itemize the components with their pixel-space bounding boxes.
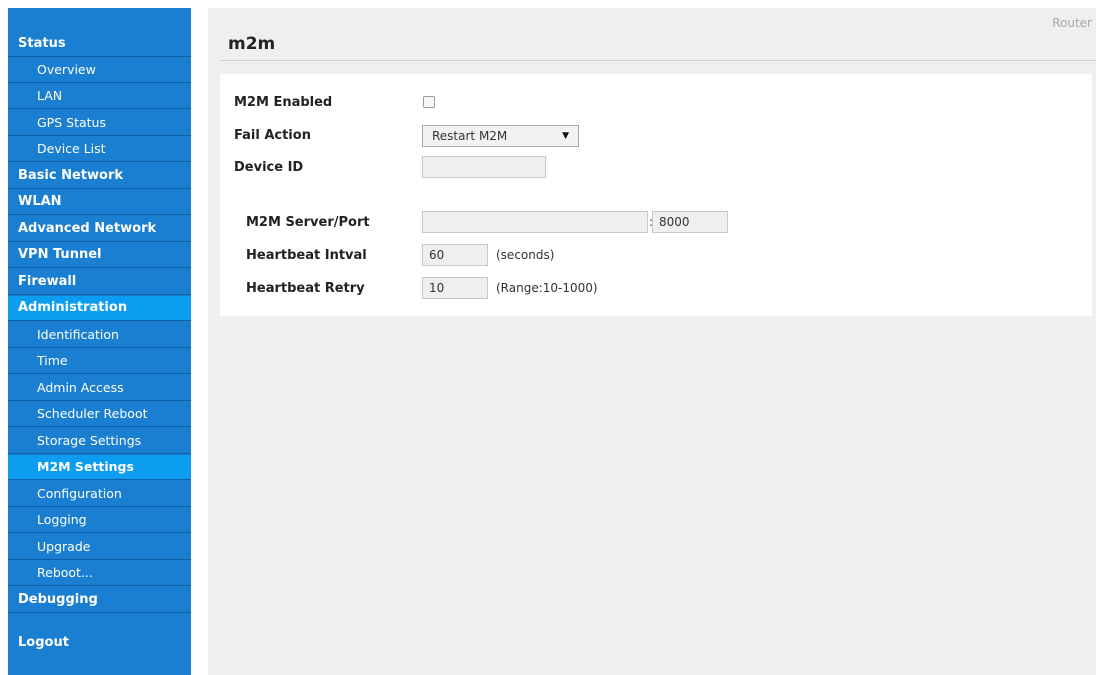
dropdown-arrow-icon: ▼ bbox=[562, 131, 569, 141]
sidebar-item-administration[interactable]: Administration bbox=[8, 296, 191, 321]
brand-label: Router bbox=[1052, 16, 1092, 30]
device-id-input[interactable] bbox=[422, 156, 546, 178]
heartbeat-interval-label: Heartbeat Intval bbox=[246, 248, 367, 263]
title-divider bbox=[220, 60, 1096, 61]
sidebar-item-status[interactable]: Status bbox=[8, 32, 191, 57]
sidebar-item-device-list[interactable]: Device List bbox=[8, 137, 191, 162]
heartbeat-interval-hint: (seconds) bbox=[496, 248, 555, 262]
device-id-label: Device ID bbox=[234, 160, 304, 175]
server-address-input[interactable] bbox=[422, 211, 648, 233]
heartbeat-retry-hint: (Range:10-1000) bbox=[496, 281, 598, 295]
sidebar-item-wlan[interactable]: WLAN bbox=[8, 190, 191, 215]
sidebar-item-advanced-network[interactable]: Advanced Network bbox=[8, 217, 191, 242]
sidebar-nav: Status Overview LAN GPS Status Device Li… bbox=[8, 8, 191, 675]
sidebar-item-logout[interactable]: Logout bbox=[8, 631, 191, 656]
page-title: m2m bbox=[228, 34, 276, 54]
fail-action-value: Restart M2M bbox=[432, 129, 508, 143]
sidebar-item-overview[interactable]: Overview bbox=[8, 58, 191, 83]
sidebar-item-scheduler-reboot[interactable]: Scheduler Reboot bbox=[8, 402, 191, 427]
heartbeat-interval-input[interactable] bbox=[422, 244, 488, 266]
sidebar-item-firewall[interactable]: Firewall bbox=[8, 270, 191, 295]
fail-action-label: Fail Action bbox=[234, 128, 311, 143]
sidebar-item-m2m-settings[interactable]: M2M Settings bbox=[8, 455, 191, 480]
server-port-input[interactable] bbox=[652, 211, 728, 233]
sidebar-item-admin-access[interactable]: Admin Access bbox=[8, 376, 191, 401]
m2m-enabled-label: M2M Enabled bbox=[234, 95, 333, 110]
sidebar-item-basic-network[interactable]: Basic Network bbox=[8, 164, 191, 189]
sidebar-item-reboot[interactable]: Reboot... bbox=[8, 561, 191, 586]
fail-action-select[interactable]: Restart M2M ▼ bbox=[422, 125, 579, 147]
sidebar-item-upgrade[interactable]: Upgrade bbox=[8, 535, 191, 560]
main-content: Router m2m M2M Enabled Fail Action Resta… bbox=[208, 8, 1096, 675]
sidebar-item-lan[interactable]: LAN bbox=[8, 84, 191, 109]
sidebar-item-identification[interactable]: Identification bbox=[8, 323, 191, 348]
sidebar-item-debugging[interactable]: Debugging bbox=[8, 588, 191, 613]
sidebar-item-vpn-tunnel[interactable]: VPN Tunnel bbox=[8, 243, 191, 268]
server-port-label: M2M Server/Port bbox=[246, 215, 370, 230]
heartbeat-retry-input[interactable] bbox=[422, 277, 488, 299]
sidebar-item-configuration[interactable]: Configuration bbox=[8, 482, 191, 507]
heartbeat-retry-label: Heartbeat Retry bbox=[246, 281, 365, 296]
m2m-enabled-checkbox[interactable] bbox=[423, 96, 435, 108]
sidebar-item-time[interactable]: Time bbox=[8, 349, 191, 374]
sidebar-item-gps-status[interactable]: GPS Status bbox=[8, 111, 191, 136]
sidebar-item-storage-settings[interactable]: Storage Settings bbox=[8, 429, 191, 454]
settings-panel: M2M Enabled Fail Action Restart M2M ▼ De… bbox=[220, 74, 1092, 316]
sidebar-item-logging[interactable]: Logging bbox=[8, 508, 191, 533]
